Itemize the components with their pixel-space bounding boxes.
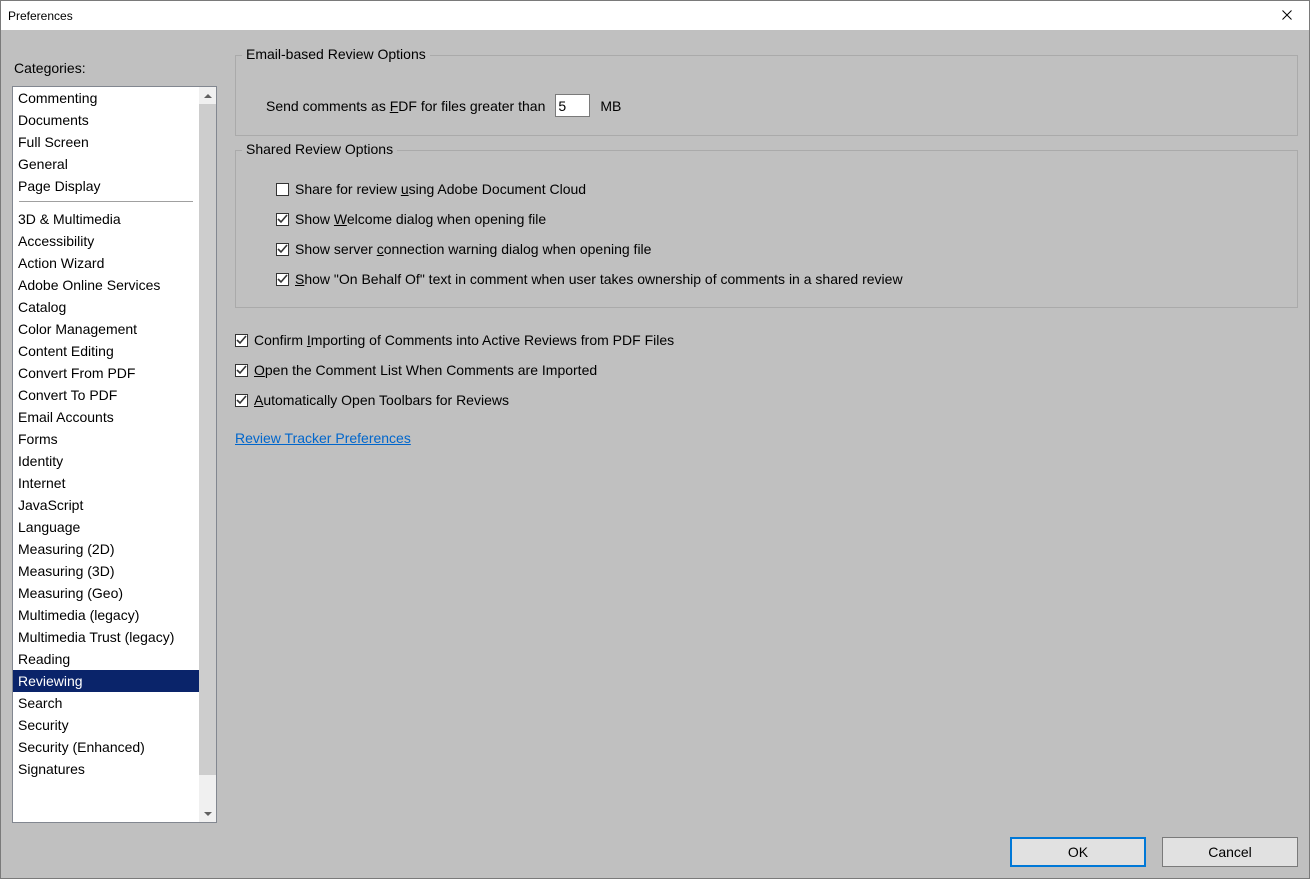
category-item[interactable]: General <box>13 153 199 175</box>
on-behalf-label: Show "On Behalf Of" text in comment when… <box>295 271 903 287</box>
scrollbar[interactable] <box>199 87 216 822</box>
welcome-dialog-checkbox-row: Show Welcome dialog when opening file <box>276 211 1279 227</box>
category-item[interactable]: Full Screen <box>13 131 199 153</box>
category-separator <box>19 201 193 202</box>
misc-checks: Confirm Importing of Comments into Activ… <box>235 332 1298 422</box>
category-item[interactable]: Measuring (Geo) <box>13 582 199 604</box>
confirm-import-checkbox-row: Confirm Importing of Comments into Activ… <box>235 332 1298 348</box>
on-behalf-checkbox-row: Show "On Behalf Of" text in comment when… <box>276 271 1279 287</box>
category-item[interactable]: Documents <box>13 109 199 131</box>
dialog-buttons: OK Cancel <box>12 823 1298 867</box>
category-item[interactable]: Measuring (3D) <box>13 560 199 582</box>
share-doc-cloud-checkbox-row: Share for review using Adobe Document Cl… <box>276 181 1279 197</box>
cancel-button[interactable]: Cancel <box>1162 837 1298 867</box>
auto-open-toolbars-label: Automatically Open Toolbars for Reviews <box>254 392 509 408</box>
categories-listbox[interactable]: CommentingDocumentsFull ScreenGeneralPag… <box>13 87 199 822</box>
titlebar: Preferences <box>1 1 1309 31</box>
category-item[interactable]: Page Display <box>13 175 199 197</box>
category-item[interactable]: Measuring (2D) <box>13 538 199 560</box>
auto-open-toolbars-checkbox[interactable] <box>235 394 248 407</box>
confirm-import-checkbox[interactable] <box>235 334 248 347</box>
categories-label: Categories: <box>14 60 217 76</box>
fdf-threshold-row: Send comments as FDF for files greater t… <box>266 94 1279 117</box>
category-item[interactable]: Email Accounts <box>13 406 199 428</box>
open-comment-list-checkbox-row: Open the Comment List When Comments are … <box>235 362 1298 378</box>
category-item[interactable]: Search <box>13 692 199 714</box>
scroll-up-arrow-icon[interactable] <box>199 87 216 104</box>
category-item[interactable]: Multimedia (legacy) <box>13 604 199 626</box>
shared-review-legend: Shared Review Options <box>242 141 397 157</box>
category-item[interactable]: Language <box>13 516 199 538</box>
review-tracker-link[interactable]: Review Tracker Preferences <box>235 430 1298 446</box>
close-icon <box>1282 8 1292 23</box>
scroll-down-arrow-icon[interactable] <box>199 805 216 822</box>
category-item[interactable]: Forms <box>13 428 199 450</box>
category-item[interactable]: Multimedia Trust (legacy) <box>13 626 199 648</box>
server-warning-checkbox[interactable] <box>276 243 289 256</box>
share-doc-cloud-label: Share for review using Adobe Document Cl… <box>295 181 586 197</box>
auto-open-toolbars-checkbox-row: Automatically Open Toolbars for Reviews <box>235 392 1298 408</box>
category-item[interactable]: Signatures <box>13 758 199 780</box>
category-item[interactable]: Content Editing <box>13 340 199 362</box>
open-comment-list-label: Open the Comment List When Comments are … <box>254 362 597 378</box>
open-comment-list-checkbox[interactable] <box>235 364 248 377</box>
fdf-label: Send comments as FDF for files greater t… <box>266 98 545 114</box>
close-button[interactable] <box>1264 1 1309 30</box>
category-item[interactable]: Accessibility <box>13 230 199 252</box>
on-behalf-checkbox[interactable] <box>276 273 289 286</box>
categories-listbox-wrapper: CommentingDocumentsFull ScreenGeneralPag… <box>12 86 217 823</box>
category-item[interactable]: Security <box>13 714 199 736</box>
category-item[interactable]: Convert From PDF <box>13 362 199 384</box>
fdf-threshold-input[interactable] <box>555 94 590 117</box>
category-item[interactable]: JavaScript <box>13 494 199 516</box>
category-item[interactable]: 3D & Multimedia <box>13 208 199 230</box>
category-item[interactable]: Action Wizard <box>13 252 199 274</box>
ok-button[interactable]: OK <box>1010 837 1146 867</box>
settings-pane: Email-based Review Options Send comments… <box>235 55 1298 823</box>
preferences-dialog: Preferences Categories: CommentingDocume… <box>0 0 1310 879</box>
welcome-dialog-checkbox[interactable] <box>276 213 289 226</box>
category-item[interactable]: Convert To PDF <box>13 384 199 406</box>
fdf-unit: MB <box>600 98 621 114</box>
dialog-body: Categories: CommentingDocumentsFull Scre… <box>1 31 1309 878</box>
category-item[interactable]: Adobe Online Services <box>13 274 199 296</box>
server-warning-label: Show server connection warning dialog wh… <box>295 241 651 257</box>
scroll-thumb[interactable] <box>199 104 216 775</box>
category-item[interactable]: Commenting <box>13 87 199 109</box>
share-doc-cloud-checkbox[interactable] <box>276 183 289 196</box>
shared-review-group: Shared Review Options Share for review u… <box>235 150 1298 308</box>
category-item[interactable]: Identity <box>13 450 199 472</box>
server-warning-checkbox-row: Show server connection warning dialog wh… <box>276 241 1279 257</box>
content-row: Categories: CommentingDocumentsFull Scre… <box>12 31 1298 823</box>
category-item[interactable]: Color Management <box>13 318 199 340</box>
category-item[interactable]: Catalog <box>13 296 199 318</box>
email-review-legend: Email-based Review Options <box>242 46 430 62</box>
category-item[interactable]: Reviewing <box>13 670 199 692</box>
email-review-group: Email-based Review Options Send comments… <box>235 55 1298 136</box>
categories-sidebar: Categories: CommentingDocumentsFull Scre… <box>12 55 217 823</box>
category-item[interactable]: Internet <box>13 472 199 494</box>
window-title: Preferences <box>8 9 73 23</box>
confirm-import-label: Confirm Importing of Comments into Activ… <box>254 332 674 348</box>
category-item[interactable]: Security (Enhanced) <box>13 736 199 758</box>
welcome-dialog-label: Show Welcome dialog when opening file <box>295 211 546 227</box>
category-item[interactable]: Reading <box>13 648 199 670</box>
